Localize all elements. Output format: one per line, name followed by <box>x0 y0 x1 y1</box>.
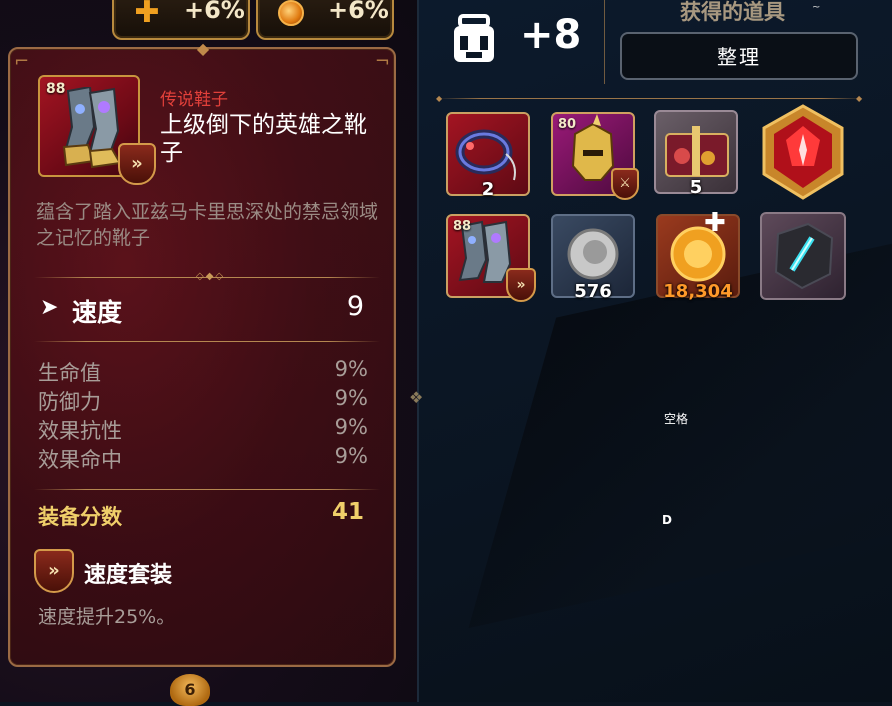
corner-ornament-icon: ¬ <box>374 51 390 72</box>
speed-set-icon: » <box>118 143 156 185</box>
stat-box-value: +6% <box>184 0 245 24</box>
corner-ornament-icon: ⌐ <box>14 51 30 72</box>
item-tooltip-panel: ◆ ⌐ ¬ 88 » 传说鞋子 上级倒下的英雄之靴子 蕴含了踏入亚兹马卡里思深处… <box>8 39 396 667</box>
gear-score-label: 装备分数 <box>38 505 122 529</box>
header-subtext: ~ <box>812 2 821 13</box>
divider <box>34 489 380 490</box>
sparkle-icon: ✚ <box>704 208 726 238</box>
sub-stat-row: 效果抗性 9% <box>38 415 368 443</box>
red-gem-icon <box>762 104 844 200</box>
coin-icon <box>278 0 304 26</box>
sub-stat-row: 防御力 9% <box>38 386 368 414</box>
inventory-slot-silver-coin[interactable]: 576 <box>551 214 635 302</box>
sub-stat-label: 效果抗性 <box>38 419 122 443</box>
sub-stat-label: 效果命中 <box>38 448 122 472</box>
sub-stat-value: 9% <box>334 415 368 439</box>
item-quantity: 576 <box>574 281 612 302</box>
inventory-slot-gold-coin[interactable]: 18,304 ✚ <box>656 208 740 302</box>
item-quantity: 5 <box>689 177 703 198</box>
inventory-slot-helmet[interactable]: 80 ⚔ <box>551 112 639 200</box>
boots-icon <box>62 87 122 169</box>
inventory-slot-red-gem[interactable] <box>760 104 846 200</box>
item-rarity: 传说鞋子 <box>160 90 228 110</box>
item-quantity: 18,304 <box>663 281 733 302</box>
space-key-label: 空格 <box>664 412 689 426</box>
inventory-slot-boots[interactable]: 88 » <box>446 214 536 302</box>
sub-stat-label: 防御力 <box>38 390 101 414</box>
divider-dot-icon: ◆ <box>856 94 863 103</box>
heart-badge: 6 <box>170 674 210 706</box>
divider-ornament-icon: ◇◆◇ <box>196 271 226 282</box>
sub-stat-value: 9% <box>334 386 368 410</box>
set-name: 速度套装 <box>84 563 173 588</box>
speed-set-icon: » <box>506 268 536 302</box>
sub-stat-row: 生命值 9% <box>38 357 368 385</box>
divider-dot-icon: ◆ <box>436 94 443 103</box>
stat-box-attack-bonus: ✚ +6% <box>112 0 250 40</box>
sub-stat-row: 效果命中 9% <box>38 444 368 472</box>
header-divider <box>604 0 605 84</box>
item-level: 80 <box>558 117 577 132</box>
divider-ornament-icon: ❖ <box>409 388 424 407</box>
sort-button[interactable]: 整理 <box>620 32 858 80</box>
speed-set-icon: » <box>34 549 74 593</box>
inventory-slot-blue-stone[interactable] <box>760 212 846 300</box>
inventory-slot-gift-box[interactable]: 5 <box>654 110 738 198</box>
item-name: 上级倒下的英雄之靴子 <box>160 112 367 166</box>
d-key-label: D <box>662 513 672 527</box>
panel-divider <box>417 0 419 702</box>
sub-stat-value: 9% <box>334 357 368 381</box>
gear-score-value: 41 <box>331 499 364 525</box>
plus-icon: ✚ <box>134 0 160 30</box>
divider <box>34 341 380 342</box>
chevron-icon: ➤ <box>40 295 59 320</box>
acquired-items-title: 获得的道具 <box>680 0 785 24</box>
panel-top-ornament-icon: ◆ <box>196 39 210 58</box>
set-badge-icon: ⚔ <box>611 168 639 200</box>
main-stat-label: 速度 <box>72 298 123 327</box>
item-quantity: 2 <box>481 179 495 200</box>
main-stat-value: 9 <box>346 291 364 322</box>
stat-box-value: +6% <box>328 0 389 24</box>
item-description: 蕴含了踏入亚兹马卡里思深处的禁忌领域之记忆的靴子 <box>36 201 379 249</box>
sub-stat-value: 9% <box>334 444 368 468</box>
backpack-icon <box>454 14 494 62</box>
sub-stat-label: 生命值 <box>38 361 101 385</box>
item-level: 88 <box>453 219 472 234</box>
inventory-divider <box>438 98 864 99</box>
stat-box-gold-bonus: +6% <box>256 0 394 40</box>
inventory-slot-ring[interactable]: 2 <box>446 112 530 200</box>
inventory-slot-count: +8 <box>520 12 582 58</box>
blue-stone-icon <box>774 222 834 290</box>
set-description: 速度提升25%。 <box>38 606 176 628</box>
